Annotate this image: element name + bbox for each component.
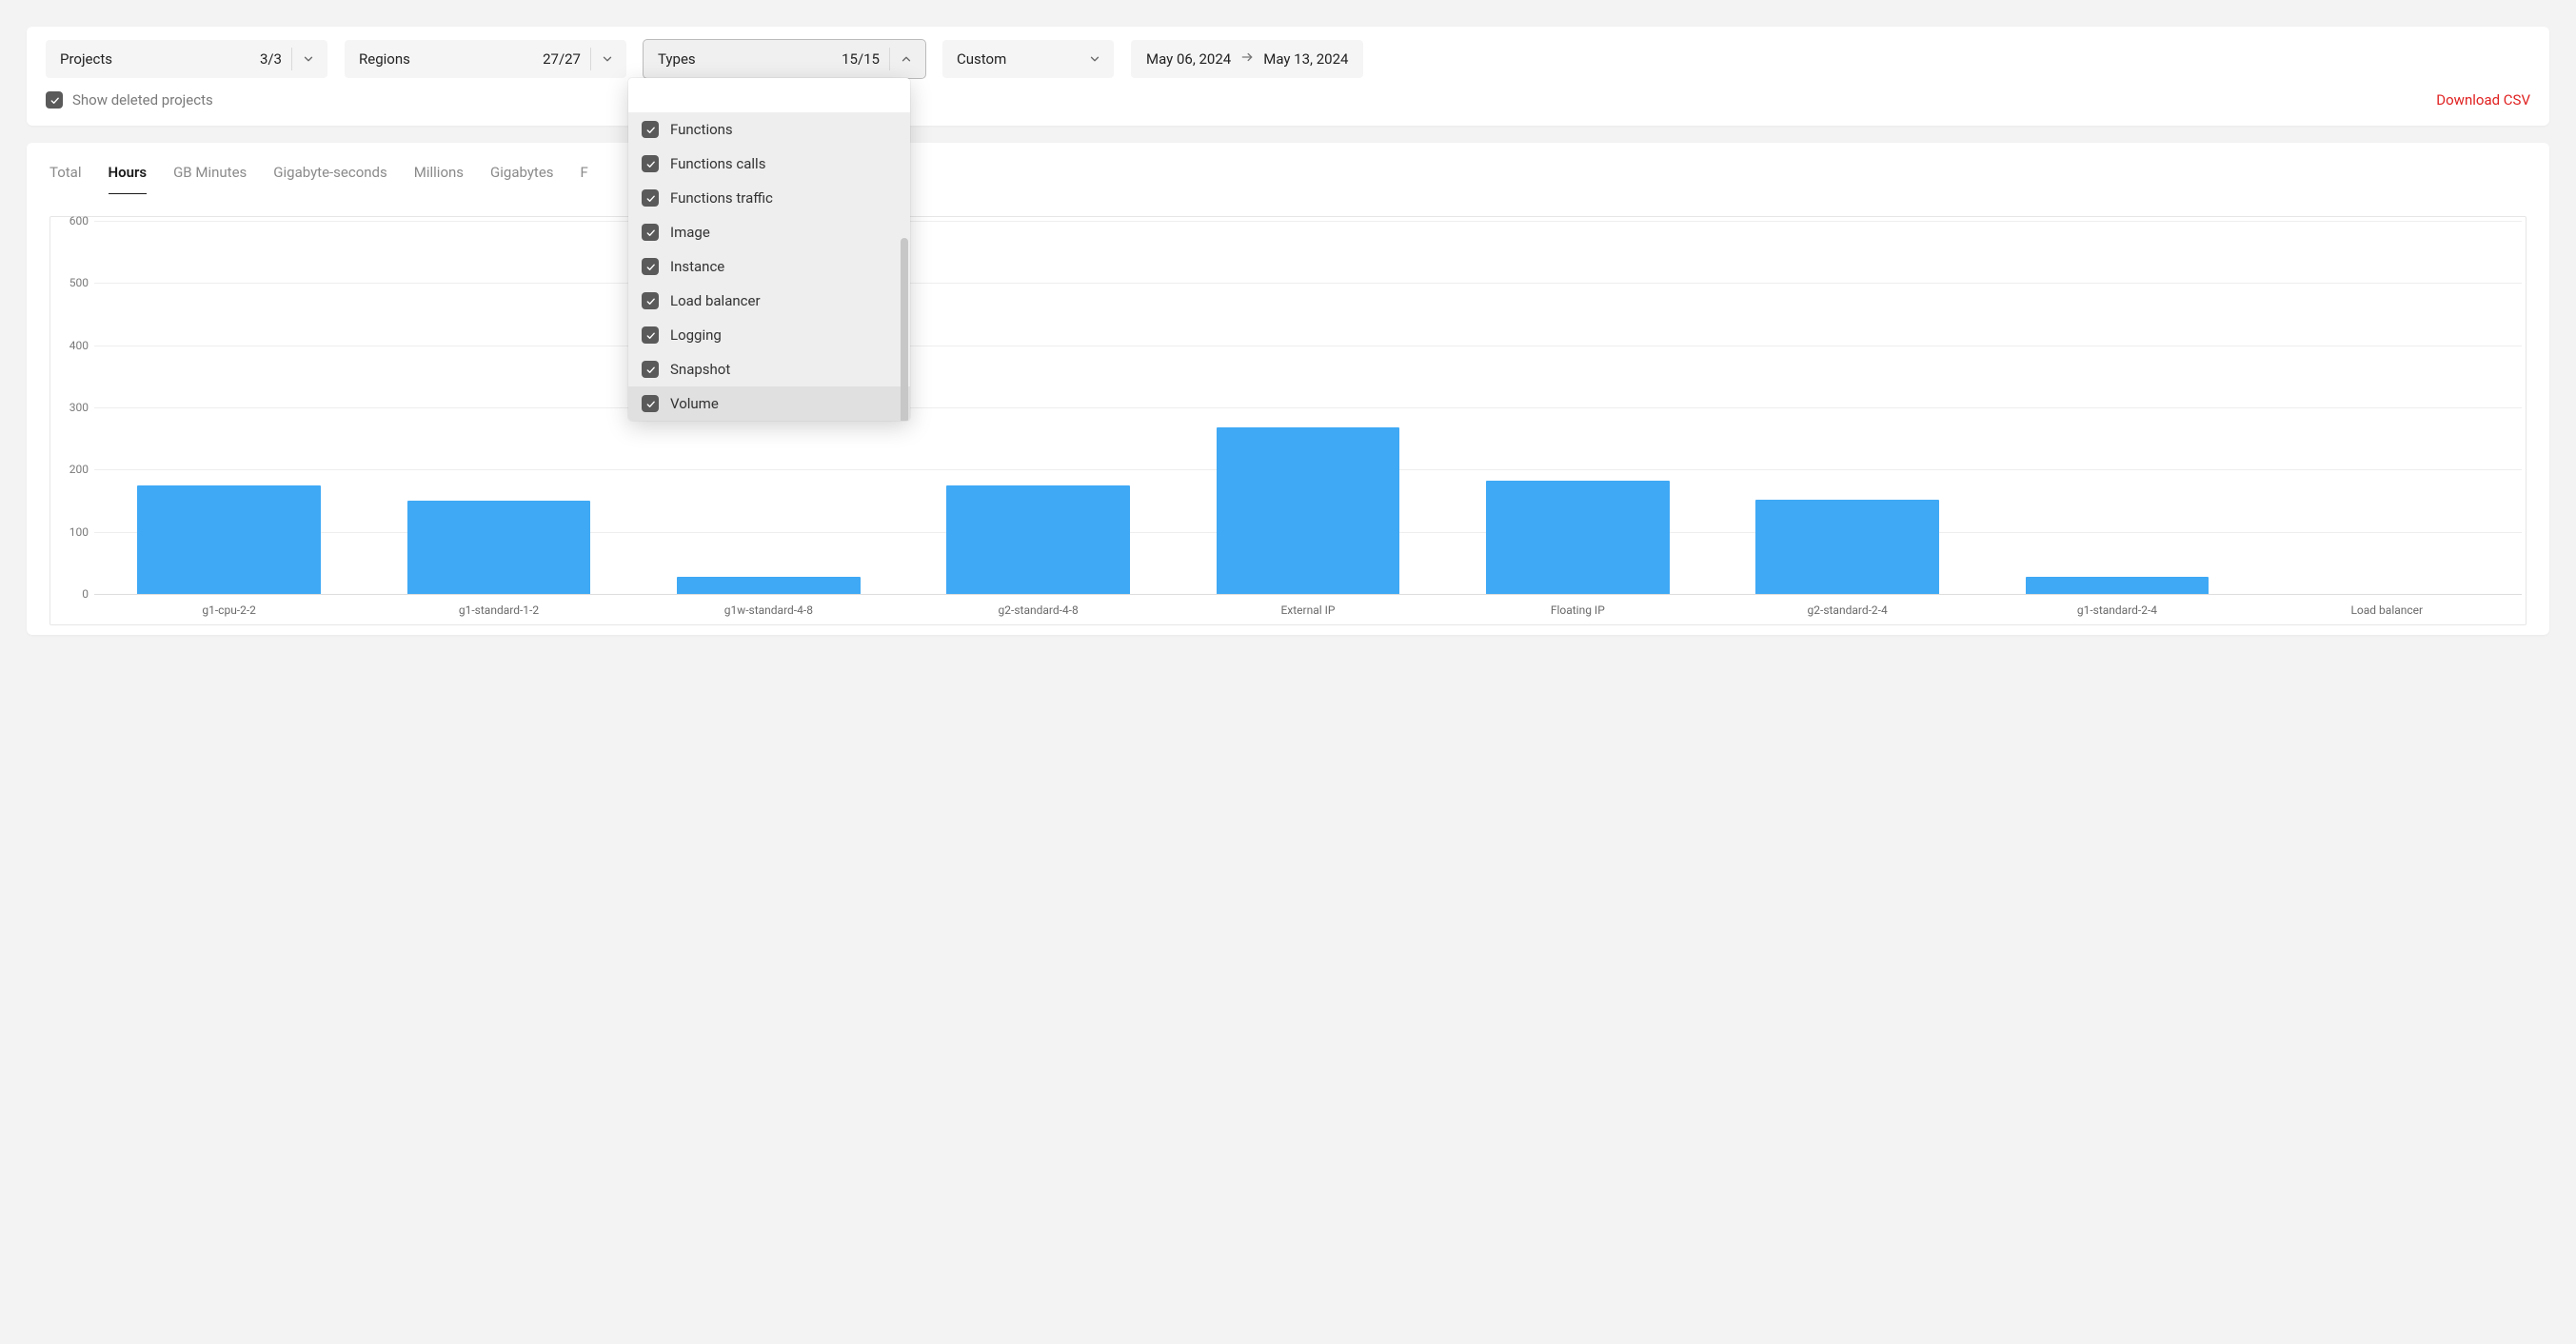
types-dropdown: Functions Functions calls Functions traffi…	[628, 78, 910, 421]
checkbox-checked-icon	[46, 91, 63, 109]
daterange-preset-label: Custom	[957, 50, 1006, 68]
chart-bar[interactable]	[677, 577, 861, 594]
chevron-down-icon	[597, 49, 618, 69]
chevron-up-icon	[896, 49, 917, 69]
chart-bar[interactable]	[1217, 427, 1400, 594]
y-tick-label: 300	[56, 401, 89, 414]
daterange-preset-selector[interactable]: Custom	[942, 40, 1114, 78]
checkbox-checked-icon	[642, 326, 659, 344]
x-tick-label: g1-standard-1-2	[364, 598, 633, 621]
x-tick-label: g2-standard-4-8	[903, 598, 1173, 621]
download-csv-link[interactable]: Download CSV	[2436, 91, 2530, 109]
tab-gigabytes[interactable]: Gigabytes	[490, 158, 554, 194]
checkbox-checked-icon	[642, 155, 659, 172]
types-option-label: Image	[670, 224, 710, 241]
types-selector-count: 15/15	[842, 50, 880, 68]
types-option-label: Instance	[670, 258, 724, 275]
types-option-label: Functions calls	[670, 155, 765, 172]
metric-tabs: Total Hours GB Minutes Gigabyte-seconds Mill…	[27, 143, 2549, 195]
types-option[interactable]: Functions	[628, 112, 910, 147]
x-tick-label: g1-cpu-2-2	[94, 598, 364, 621]
types-option[interactable]: Logging	[628, 318, 910, 352]
tab-gigabyte-seconds[interactable]: Gigabyte-seconds	[273, 158, 386, 194]
x-tick-label: g1-standard-2-4	[1982, 598, 2251, 621]
y-tick-label: 500	[56, 276, 89, 289]
arrow-right-icon	[1240, 50, 1254, 68]
y-tick-label: 100	[56, 525, 89, 539]
tab-millions[interactable]: Millions	[414, 158, 464, 194]
show-deleted-checkbox[interactable]: Show deleted projects	[46, 91, 213, 109]
projects-selector[interactable]: Projects 3/3	[46, 40, 327, 78]
tab-f[interactable]: F	[581, 158, 588, 194]
types-option[interactable]: Load balancer	[628, 284, 910, 318]
chart-bar[interactable]	[1486, 481, 1670, 594]
types-option-label: Logging	[670, 326, 722, 344]
scrollbar-thumb[interactable]	[901, 238, 908, 421]
x-tick-label: Load balancer	[2252, 598, 2522, 621]
y-tick-label: 400	[56, 339, 89, 352]
chart-bar[interactable]	[2026, 577, 2209, 594]
checkbox-checked-icon	[642, 395, 659, 412]
types-option-label: Functions	[670, 121, 733, 138]
chart-bar[interactable]	[407, 501, 591, 594]
x-tick-label: g1w-standard-4-8	[634, 598, 903, 621]
types-option[interactable]: Functions traffic	[628, 181, 910, 215]
projects-selector-label: Projects	[60, 50, 112, 68]
show-deleted-label: Show deleted projects	[72, 91, 213, 109]
chart-bar[interactable]	[137, 485, 321, 594]
tab-total[interactable]: Total	[50, 158, 82, 194]
y-tick-label: 0	[56, 587, 89, 601]
types-option[interactable]: Functions calls	[628, 147, 910, 181]
types-option[interactable]: Image	[628, 215, 910, 249]
bar-chart: 0100200300400500600 g1-cpu-2-2g1-standar…	[50, 216, 2526, 625]
tab-gb-minutes[interactable]: GB Minutes	[173, 158, 247, 194]
y-tick-label: 600	[56, 214, 89, 227]
tab-hours[interactable]: Hours	[109, 158, 148, 194]
checkbox-checked-icon	[642, 189, 659, 207]
types-option-label: Functions traffic	[670, 189, 773, 207]
date-range-display[interactable]: May 06, 2024 May 13, 2024	[1131, 40, 1363, 78]
regions-selector[interactable]: Regions 27/27	[345, 40, 626, 78]
y-tick-label: 200	[56, 463, 89, 476]
regions-selector-count: 27/27	[543, 50, 581, 68]
checkbox-checked-icon	[642, 258, 659, 275]
types-option[interactable]: Instance	[628, 249, 910, 284]
chart-card: Total Hours GB Minutes Gigabyte-seconds Mill…	[27, 143, 2549, 635]
chevron-down-icon	[298, 49, 319, 69]
types-selector-label: Types	[658, 50, 696, 68]
chart-bar[interactable]	[1755, 500, 1939, 594]
checkbox-checked-icon	[642, 121, 659, 138]
date-from: May 06, 2024	[1146, 50, 1231, 68]
x-tick-label: External IP	[1173, 598, 1442, 621]
chevron-down-icon	[1084, 49, 1105, 69]
types-dropdown-search[interactable]	[628, 78, 910, 112]
x-tick-label: g2-standard-2-4	[1713, 598, 1982, 621]
types-option[interactable]: Volume	[628, 386, 910, 421]
date-to: May 13, 2024	[1263, 50, 1348, 68]
types-option-label: Volume	[670, 395, 719, 412]
projects-selector-count: 3/3	[260, 50, 282, 68]
chart-bar[interactable]	[946, 485, 1130, 594]
types-option-label: Load balancer	[670, 292, 761, 309]
checkbox-checked-icon	[642, 361, 659, 378]
types-selector[interactable]: Types 15/15	[644, 40, 925, 78]
x-tick-label: Floating IP	[1443, 598, 1713, 621]
filters-row: Projects 3/3 Regions 27/27 Types 15/15	[46, 40, 2530, 78]
regions-selector-label: Regions	[359, 50, 410, 68]
checkbox-checked-icon	[642, 224, 659, 241]
types-option[interactable]: Snapshot	[628, 352, 910, 386]
types-option-label: Snapshot	[670, 361, 730, 378]
types-dropdown-list: Functions Functions calls Functions traffi…	[628, 112, 910, 421]
filters-card: Projects 3/3 Regions 27/27 Types 15/15	[27, 27, 2549, 126]
filters-row-secondary: Show deleted projects Download CSV	[46, 91, 2530, 109]
checkbox-checked-icon	[642, 292, 659, 309]
